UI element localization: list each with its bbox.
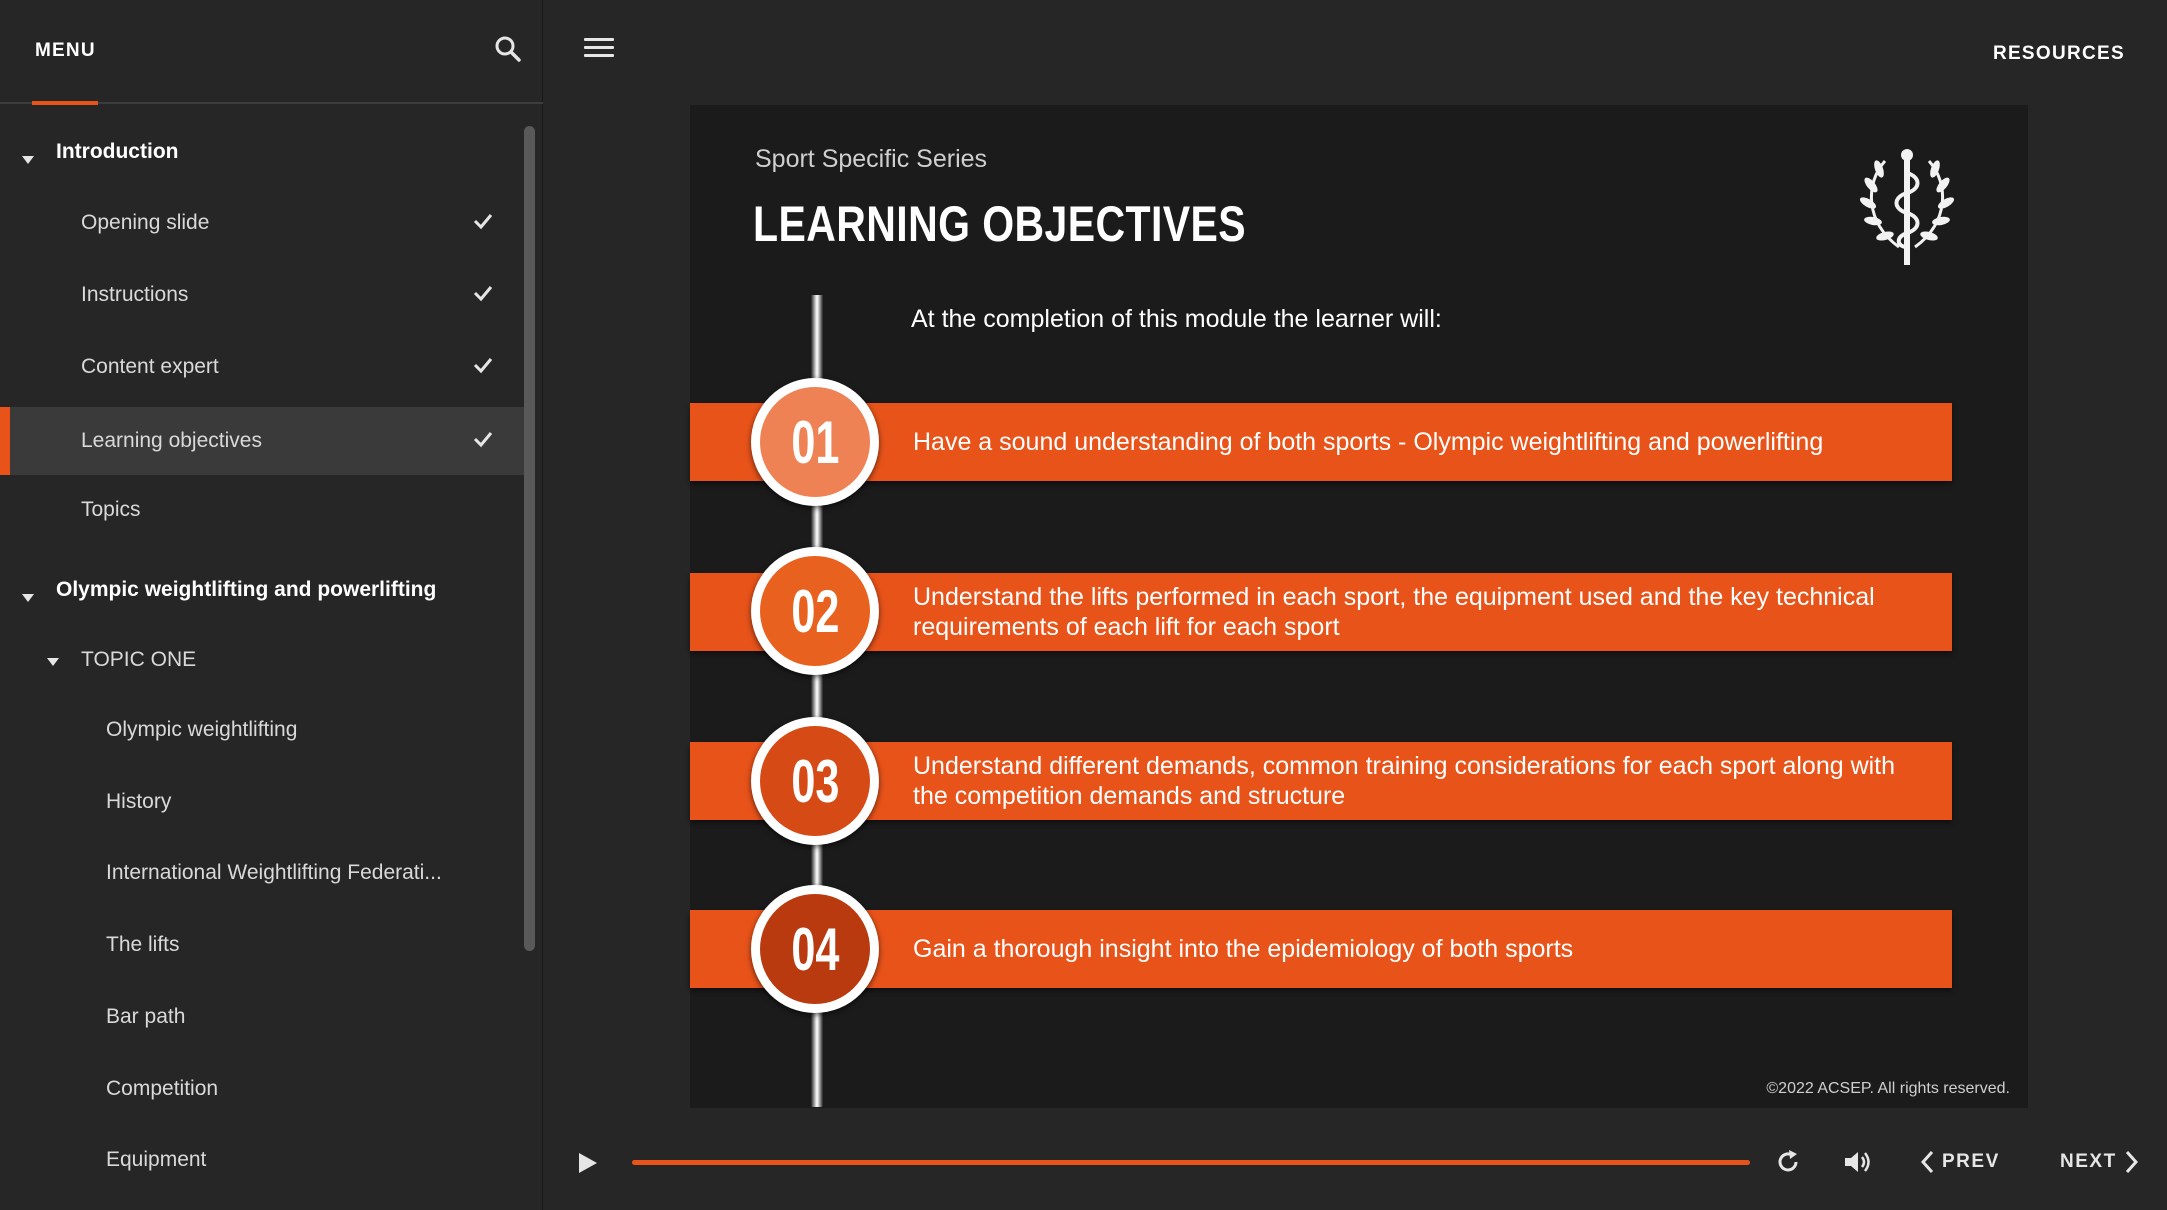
slide-title: LEARNING OBJECTIVES — [753, 196, 1247, 252]
sidebar-item-olympic-weightlifting[interactable]: Olympic weightlifting — [0, 696, 525, 764]
slide-series-label: Sport Specific Series — [755, 145, 988, 173]
prev-label: PREV — [1942, 1151, 2000, 1172]
sidebar-item-label: Topics — [81, 498, 141, 521]
seek-bar-fill — [632, 1160, 1750, 1165]
copyright-notice: ©2022 ACSEP. All rights reserved. — [1766, 1080, 2010, 1097]
sidebar-item-the-lifts[interactable]: The lifts — [0, 911, 525, 979]
sidebar-item-topics[interactable]: Topics — [0, 476, 525, 544]
sidebar-item-label: Content expert — [81, 355, 219, 378]
sidebar-header: MENU — [0, 0, 543, 105]
objective-text: Understand different demands, common tra… — [913, 752, 1896, 810]
objective-number: 02 — [790, 577, 840, 645]
objective-number-badge: 04 — [751, 885, 879, 1013]
sidebar-item-competition[interactable]: Competition — [0, 1055, 525, 1123]
sidebar-scrollbar[interactable] — [524, 126, 535, 951]
objective-number: 04 — [790, 915, 840, 983]
next-button[interactable]: NEXT — [2060, 1150, 2139, 1174]
objectives-intro: At the completion of this module the lea… — [911, 305, 1442, 333]
objective-number-badge: 02 — [751, 547, 879, 675]
sidebar-menu: MENU Introduction Opening slide Instruct… — [0, 0, 543, 1210]
sidebar-item-label: Opening slide — [81, 211, 210, 234]
objective-number: 03 — [790, 747, 840, 815]
objective-number-inner: 03 — [760, 726, 870, 836]
active-indicator — [0, 407, 10, 475]
caret-down-icon — [22, 594, 34, 602]
objective-band-4: Gain a thorough insight into the epidemi… — [690, 910, 1952, 988]
sidebar-item-label: International Weightlifting Federati... — [106, 861, 442, 884]
objective-text: Understand the lifts performed in each s… — [913, 583, 1875, 641]
objective-number-badge: 03 — [751, 717, 879, 845]
sidebar-item-content-expert[interactable]: Content expert — [0, 333, 525, 401]
sidebar-subsection-label: TOPIC ONE — [81, 648, 197, 671]
objective-band-3: Understand different demands, common tra… — [690, 742, 1952, 820]
sidebar-section-label: Introduction — [56, 140, 179, 163]
objective-band-1: Have a sound understanding of both sport… — [690, 403, 1952, 481]
menu-tab-indicator — [32, 101, 98, 105]
search-icon[interactable] — [492, 33, 524, 65]
menu-tab[interactable]: MENU — [35, 40, 96, 62]
sidebar-item-label: Olympic weightlifting — [106, 718, 298, 741]
objective-number-inner: 01 — [760, 387, 870, 497]
checkmark-icon — [473, 286, 493, 302]
objective-text: Have a sound understanding of both sport… — [913, 428, 1824, 456]
prev-button[interactable]: PREV — [1920, 1150, 2000, 1174]
chevron-right-icon — [2125, 1150, 2138, 1174]
objective-number: 01 — [790, 408, 840, 476]
sidebar-item-label: Bar path — [106, 1005, 186, 1028]
checkmark-icon — [473, 432, 493, 448]
objective-number-inner: 02 — [760, 556, 870, 666]
laurel-caduceus-emblem-icon — [1859, 149, 1955, 265]
objective-number-inner: 04 — [760, 894, 870, 1004]
sidebar-item-label: Learning objectives — [81, 429, 262, 452]
next-label: NEXT — [2060, 1151, 2117, 1172]
sidebar-item-label: Equipment — [106, 1148, 207, 1171]
sidebar-item-label: Instructions — [81, 283, 189, 306]
slide-canvas: Sport Specific Series LEARNING OBJECTIVE… — [690, 105, 2028, 1108]
resources-button[interactable]: RESOURCES — [1993, 43, 2125, 65]
replay-icon[interactable] — [1774, 1148, 1802, 1176]
checkmark-icon — [473, 358, 493, 374]
sidebar-item-bar-path[interactable]: Bar path — [0, 983, 525, 1051]
sidebar-section-introduction[interactable]: Introduction — [0, 118, 525, 186]
objective-number-badge: 01 — [751, 378, 879, 506]
sidebar-item-label: History — [106, 790, 172, 813]
sidebar-item-equipment[interactable]: Equipment — [0, 1126, 525, 1194]
sidebar-section-olympic-weightlifting[interactable]: Olympic weightlifting and powerlifting — [0, 556, 525, 624]
sidebar-item-learning-objectives[interactable]: Learning objectives — [0, 407, 525, 475]
sidebar-item-label: The lifts — [106, 933, 180, 956]
volume-icon[interactable] — [1842, 1148, 1872, 1176]
sidebar-item-iwf[interactable]: International Weightlifting Federati... — [0, 839, 525, 907]
caret-down-icon — [47, 658, 59, 666]
sidebar-section-label: Olympic weightlifting and powerlifting — [56, 578, 437, 601]
checkmark-icon — [473, 214, 493, 230]
sidebar-item-instructions[interactable]: Instructions — [0, 261, 525, 329]
sidebar-subsection-topic-one[interactable]: TOPIC ONE — [0, 626, 525, 694]
sidebar-item-history[interactable]: History — [0, 768, 525, 836]
hamburger-menu-icon[interactable] — [584, 38, 614, 62]
seek-bar[interactable] — [632, 1160, 1750, 1165]
caret-down-icon — [22, 156, 34, 164]
play-icon[interactable] — [577, 1151, 599, 1175]
objective-text: Gain a thorough insight into the epidemi… — [913, 935, 1574, 963]
sidebar-item-opening-slide[interactable]: Opening slide — [0, 189, 525, 257]
sidebar-item-label: Competition — [106, 1077, 219, 1100]
objective-band-2: Understand the lifts performed in each s… — [690, 573, 1952, 651]
chevron-left-icon — [1920, 1150, 1934, 1174]
